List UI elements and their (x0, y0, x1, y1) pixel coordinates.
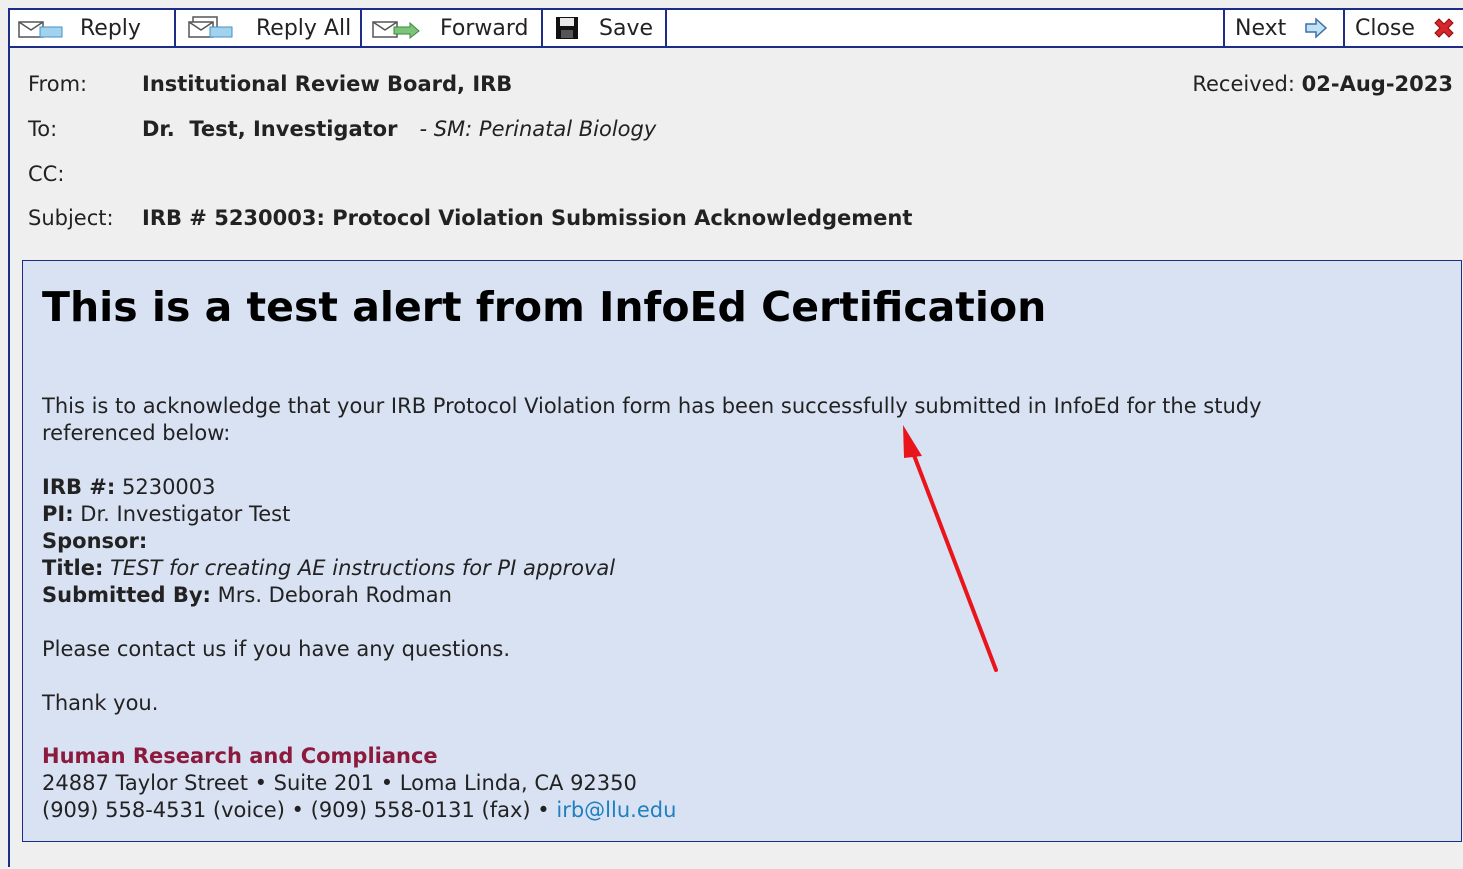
submitted-value: Mrs. Deborah Rodman (217, 583, 452, 607)
irb-value: 5230003 (121, 475, 216, 499)
email-link[interactable]: irb@llu.edu (556, 798, 676, 822)
org-name: Human Research and Compliance (42, 744, 438, 768)
subject-value: IRB # 5230003: Protocol Violation Submis… (142, 206, 913, 230)
toolbar-spacer (667, 10, 1225, 46)
red-x-close-icon (1431, 15, 1457, 41)
thanks-text: Thank you. (42, 691, 159, 715)
from-value: Institutional Review Board, IRB (142, 72, 513, 96)
irb-row: IRB #: 5230003 (42, 474, 615, 501)
pi-row: PI: Dr. Investigator Test (42, 501, 615, 528)
reply-button[interactable]: Reply (10, 10, 176, 46)
received-value: 02-Aug-2023 (1301, 72, 1453, 96)
forward-button[interactable]: Forward (362, 10, 543, 46)
signature-block: Human Research and Compliance 24887 Tayl… (42, 743, 676, 824)
forward-label: Forward (440, 15, 529, 41)
toolbar-separator (1183, 10, 1225, 46)
pi-value: Dr. Investigator Test (80, 502, 291, 526)
save-button[interactable]: Save (543, 10, 667, 46)
toolbar: Reply Reply All Forward Save Next Close (10, 10, 1463, 48)
received-date: Received: 02-Aug-2023 (1192, 72, 1453, 96)
sponsor-label: Sponsor: (42, 529, 148, 553)
next-label: Next (1235, 15, 1287, 41)
floppy-save-icon (555, 16, 579, 40)
intro-paragraph: This is to acknowledge that your IRB Pro… (42, 393, 1262, 447)
submitted-label: Submitted By: (42, 583, 211, 607)
next-button[interactable]: Next (1223, 10, 1345, 46)
from-label: From: (28, 72, 88, 96)
envelope-forward-icon (372, 17, 420, 39)
reply-all-label: Reply All (256, 15, 352, 41)
envelope-reply-all-icon (188, 16, 234, 40)
sponsor-row: Sponsor: (42, 528, 615, 555)
org-contact-line: (909) 558-4531 (voice) • (909) 558-0131 … (42, 797, 676, 824)
to-label: To: (28, 117, 58, 141)
to-department: - SM: Perinatal Biology (419, 117, 657, 141)
close-label: Close (1355, 15, 1415, 41)
title-value: TEST for creating AE instructions for PI… (110, 556, 616, 580)
irb-label: IRB #: (42, 475, 116, 499)
message-heading: This is a test alert from InfoEd Certifi… (42, 283, 1047, 331)
title-row: Title: TEST for creating AE instructions… (42, 555, 615, 582)
arrow-right-icon (1304, 17, 1328, 39)
cc-label: CC: (28, 162, 65, 186)
intro-line-2: referenced below: (42, 421, 231, 445)
message-body: This is a test alert from InfoEd Certifi… (22, 260, 1462, 842)
email-viewer: Reply Reply All Forward Save Next Close … (8, 8, 1463, 867)
intro-line-1: This is to acknowledge that your IRB Pro… (42, 394, 1262, 418)
title-label: Title: (42, 556, 104, 580)
reply-all-button[interactable]: Reply All (176, 10, 362, 46)
submitted-row: Submitted By: Mrs. Deborah Rodman (42, 582, 615, 609)
subject-label: Subject: (28, 206, 114, 230)
to-recipient: Dr. Test, Investigator (142, 117, 398, 141)
received-label: Received: (1192, 72, 1295, 96)
details-block: IRB #: 5230003 PI: Dr. Investigator Test… (42, 474, 615, 609)
contact-text: Please contact us if you have any questi… (42, 637, 510, 661)
save-label: Save (599, 15, 654, 41)
reply-label: Reply (80, 15, 141, 41)
close-button[interactable]: Close (1345, 10, 1463, 46)
org-phone: (909) 558-4531 (voice) • (909) 558-0131 … (42, 798, 550, 822)
org-address: 24887 Taylor Street • Suite 201 • Loma L… (42, 771, 637, 795)
to-value: Dr. Test, Investigator - SM: Perinatal Bi… (142, 117, 656, 141)
pi-label: PI: (42, 502, 74, 526)
envelope-icon (18, 17, 64, 39)
